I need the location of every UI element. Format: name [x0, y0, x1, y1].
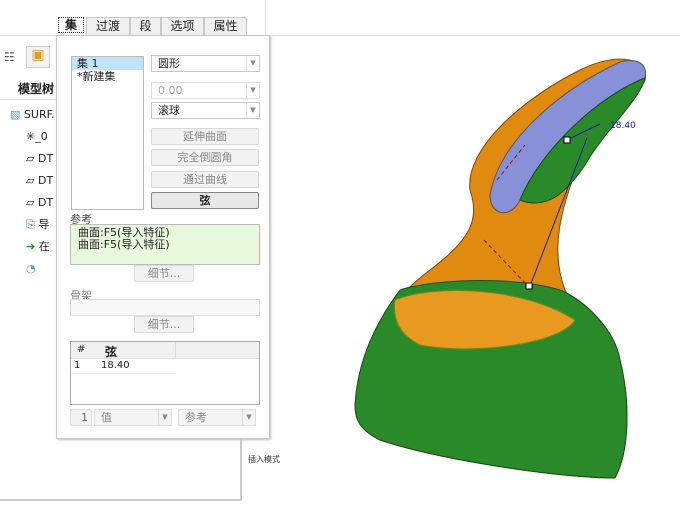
cell: 1: [74, 360, 81, 371]
value: 参考: [185, 411, 207, 424]
skeleton-collector[interactable]: [70, 299, 260, 316]
shape-select[interactable]: 圆形 ▼: [151, 55, 260, 72]
references-details-button[interactable]: 细节...: [134, 265, 194, 282]
plane-icon: ▱: [26, 152, 35, 165]
reference-item[interactable]: 曲面:F5(导入特征): [78, 239, 252, 251]
label: DT: [37, 174, 54, 187]
chord-table: # 弦 1 18.40: [70, 341, 260, 405]
table-header: # 弦: [71, 342, 259, 359]
plane-icon: ▱: [26, 196, 35, 209]
cell[interactable]: 18.40: [101, 360, 130, 371]
through-curve-button[interactable]: 通过曲线: [151, 171, 259, 188]
chevron-down-icon: ▼: [158, 410, 171, 425]
divider: [175, 342, 176, 359]
column-header: 弦: [105, 345, 118, 359]
chevron-down-icon: ▼: [246, 103, 259, 118]
reference-select[interactable]: 参考 ▼: [178, 409, 256, 426]
tab-set[interactable]: 集: [58, 17, 84, 33]
part-icon: ▧: [10, 108, 21, 121]
value: 0.00: [158, 84, 183, 97]
tree-item-import[interactable]: ⎘ 导: [26, 216, 49, 234]
drag-handle[interactable]: [563, 136, 571, 144]
label: SURF.: [23, 108, 55, 121]
drag-handle[interactable]: [525, 282, 533, 290]
value: 滚球: [158, 104, 180, 117]
status-text: 插入模式: [248, 455, 280, 464]
label: DT: [37, 152, 54, 165]
model-viewport[interactable]: 18.40: [340, 50, 660, 490]
round-feature-icon: ◔: [26, 262, 36, 275]
tab-properties[interactable]: 属性: [204, 17, 247, 36]
tree-item-insert[interactable]: ➔ 在: [26, 238, 50, 256]
divider: [0, 99, 60, 100]
tab-segment[interactable]: 段: [130, 17, 161, 36]
chevron-down-icon: ▼: [246, 83, 259, 98]
tree-title: 模型树: [18, 82, 55, 96]
value: 值: [101, 411, 112, 424]
tree-tab-icon[interactable]: ☷: [4, 50, 15, 64]
value: 圆形: [158, 57, 180, 70]
dimension-label[interactable]: 18.40: [610, 121, 636, 131]
new-set-item[interactable]: *新建集: [72, 70, 143, 83]
column-header: #: [77, 344, 86, 355]
set-list[interactable]: 集 1 *新建集: [71, 56, 144, 210]
skeleton-details-button[interactable]: 细节...: [134, 316, 194, 333]
tree-item-surf[interactable]: ▧ SURF.: [10, 106, 55, 124]
extend-surface-button[interactable]: 延伸曲面: [151, 128, 259, 145]
chevron-down-icon: ▼: [246, 56, 259, 71]
value-select[interactable]: 值 ▼: [94, 409, 172, 426]
tree-item-dtm3[interactable]: ▱ DT: [26, 194, 53, 212]
folder-tab-icon[interactable]: ▣: [26, 46, 50, 68]
tree-item-dtm1[interactable]: ▱ DT: [26, 150, 53, 168]
chevron-down-icon: ▼: [242, 410, 255, 425]
tree-item-csys[interactable]: ✳_0: [26, 128, 48, 146]
label: 在: [38, 240, 50, 253]
arrow-right-icon: ➔: [26, 240, 36, 253]
import-icon: ⎘: [26, 218, 35, 231]
tree-item-round[interactable]: ◔: [26, 260, 36, 278]
csys-icon: ✳: [26, 130, 36, 143]
plane-icon: ▱: [26, 174, 35, 187]
index-field[interactable]: 1: [70, 409, 92, 426]
radius-input[interactable]: 0.00 ▼: [151, 82, 260, 99]
set-item[interactable]: 集 1: [72, 57, 143, 70]
label: 导: [38, 218, 50, 231]
label: _0: [35, 130, 48, 143]
references-collector[interactable]: 曲面:F5(导入特征) 曲面:F5(导入特征): [70, 224, 260, 265]
method-select[interactable]: 滚球 ▼: [151, 102, 260, 119]
label: DT: [37, 196, 54, 209]
table-row[interactable]: 1 18.40: [71, 359, 176, 374]
tab-options[interactable]: 选项: [161, 17, 204, 36]
full-round-button[interactable]: 完全倒圆角: [151, 149, 259, 166]
tab-transition[interactable]: 过渡: [86, 17, 130, 36]
chord-button[interactable]: 弦: [151, 192, 259, 209]
divider: [265, 0, 266, 36]
tree-item-dtm2[interactable]: ▱ DT: [26, 172, 53, 190]
